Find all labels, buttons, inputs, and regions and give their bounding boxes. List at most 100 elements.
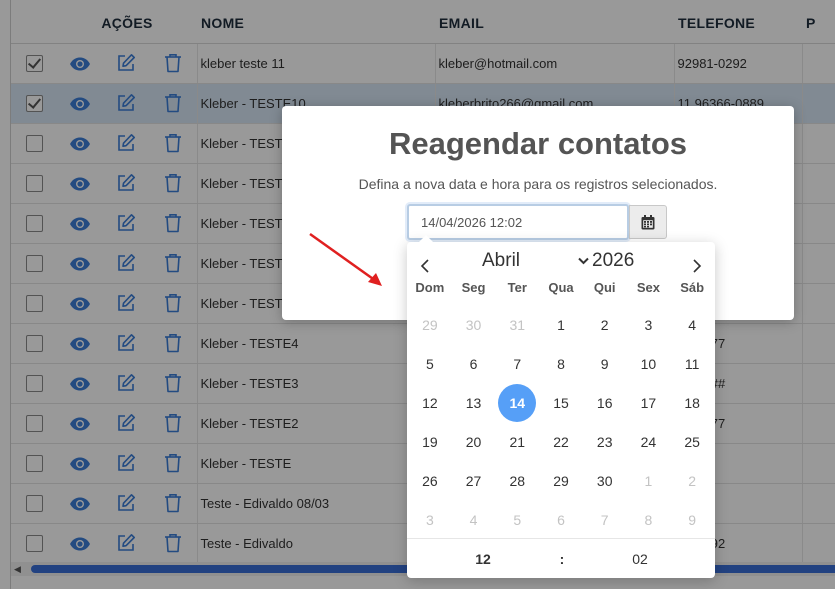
month-select[interactable]: Abril: [471, 248, 589, 274]
calendar-day-label: 18: [684, 394, 700, 411]
calendar-day[interactable]: 18: [670, 383, 714, 422]
calendar-day[interactable]: 7: [583, 500, 627, 539]
chevron-down-icon: [578, 257, 589, 265]
calendar-day-label: 31: [509, 316, 526, 333]
calendar-day[interactable]: 6: [452, 344, 496, 383]
calendar-day-label: 16: [596, 394, 613, 411]
calendar-day-label: 29: [422, 316, 438, 333]
weekday-label: Dom: [415, 280, 445, 295]
calendar-day-label: 2: [600, 316, 609, 333]
calendar-day-label: 3: [425, 511, 434, 528]
calendar-day-label: 8: [644, 511, 653, 528]
calendar-day-label: 17: [640, 394, 657, 411]
calendar-day[interactable]: 23: [583, 422, 627, 461]
calendar-day-label: 6: [469, 355, 478, 372]
calendar-day-label: 28: [509, 472, 526, 489]
calendar-day[interactable]: 31: [495, 305, 539, 344]
calendar-day[interactable]: 29: [539, 461, 583, 500]
calendar-day[interactable]: 6: [539, 500, 583, 539]
calendar-day[interactable]: 28: [495, 461, 539, 500]
calendar-day-label: 19: [422, 433, 438, 450]
calendar-day[interactable]: 4: [452, 500, 496, 539]
calendar-day[interactable]: 10: [627, 344, 671, 383]
calendar-day-label: 4: [469, 511, 478, 528]
red-arrow-icon: [309, 232, 382, 286]
calendar-day[interactable]: 22: [539, 422, 583, 461]
calendar-toggle-button[interactable]: [629, 205, 667, 239]
calendar-day-label: 26: [422, 472, 438, 489]
weekday-label: Sáb: [680, 280, 705, 295]
hour-input[interactable]: 12: [407, 551, 559, 567]
calendar-day-label: 5: [425, 355, 434, 372]
year-input[interactable]: 2026: [592, 248, 634, 274]
calendar-day-label: 3: [644, 316, 653, 333]
calendar-day-label: 4: [688, 316, 697, 333]
modal-title: Reagendar contatos: [388, 126, 687, 161]
day-grid: 29 30 31 1 2 3 4 5 6 7 8 9 10 11 12 13 14 15 16 17 18 19 20 21 2…: [408, 305, 714, 539]
calendar-day[interactable]: 1: [627, 461, 671, 500]
weekday-label: Sex: [636, 280, 660, 295]
calendar-day[interactable]: 12: [408, 383, 452, 422]
calendar-day[interactable]: 2: [670, 461, 714, 500]
calendar-day[interactable]: 7: [495, 344, 539, 383]
calendar-day[interactable]: 19: [408, 422, 452, 461]
calendar-day[interactable]: 25: [670, 422, 714, 461]
calendar-day-label: 23: [596, 433, 613, 450]
calendar-day[interactable]: 30: [452, 305, 496, 344]
calendar-day[interactable]: 29: [408, 305, 452, 344]
calendar-day[interactable]: 21: [495, 422, 539, 461]
calendar-day[interactable]: 17: [627, 383, 671, 422]
weekday-label: Qua: [548, 280, 574, 295]
calendar-day[interactable]: 20: [452, 422, 496, 461]
calendar-day-label: 14: [498, 383, 537, 422]
calendar-day[interactable]: 9: [583, 344, 627, 383]
calendar-day[interactable]: 24: [627, 422, 671, 461]
calendar-day-label: 25: [684, 433, 700, 450]
calendar-day-label: 30: [465, 316, 482, 333]
time-selector: 12 : 02: [407, 538, 715, 578]
calendar-day-label: 10: [640, 355, 657, 372]
month-select-value: Abril: [482, 250, 521, 271]
weekday-label: Qui: [593, 280, 616, 295]
calendar-day[interactable]: 3: [627, 305, 671, 344]
calendar-day-label: 20: [465, 433, 482, 450]
next-month-button[interactable]: [685, 254, 709, 278]
calendar-day[interactable]: 13: [452, 383, 496, 422]
chevron-right-icon: [693, 259, 702, 273]
calendar-day[interactable]: 9: [670, 500, 714, 539]
calendar-day-label: 5: [513, 511, 522, 528]
calendar-day-label: 27: [465, 472, 482, 489]
calendar-day[interactable]: 1: [539, 305, 583, 344]
calendar-day[interactable]: 11: [670, 344, 714, 383]
calendar-day-label: 7: [513, 355, 522, 372]
calendar-day[interactable]: 8: [539, 344, 583, 383]
calendar-day[interactable]: 30: [583, 461, 627, 500]
datetime-input[interactable]: [407, 204, 629, 240]
calendar-day-label: 7: [600, 511, 609, 528]
calendar-day[interactable]: 16: [583, 383, 627, 422]
calendar-day-label: 15: [553, 394, 569, 411]
calendar-day[interactable]: 26: [408, 461, 452, 500]
calendar-day-label: 22: [553, 433, 569, 450]
datepicker-popup: Abril 2026 Dom Seg Ter Qua Qui Sex Sáb 29 30 31 1…: [407, 235, 715, 578]
calendar-icon: [641, 214, 655, 229]
calendar-day-selected[interactable]: 14: [495, 383, 539, 422]
weekday-label: Ter: [507, 280, 527, 295]
calendar-day-label: 1: [644, 472, 653, 489]
calendar-day-label: 1: [557, 316, 565, 333]
minute-input[interactable]: 02: [565, 551, 715, 567]
calendar-day[interactable]: 27: [452, 461, 496, 500]
calendar-day[interactable]: 8: [627, 500, 671, 539]
calendar-day-label: 8: [557, 355, 565, 372]
calendar-day[interactable]: 5: [408, 344, 452, 383]
calendar-day-label: 12: [422, 394, 438, 411]
prev-month-button[interactable]: [413, 254, 437, 278]
calendar-day[interactable]: 4: [670, 305, 714, 344]
calendar-day[interactable]: 5: [495, 500, 539, 539]
calendar-day[interactable]: 3: [408, 500, 452, 539]
calendar-day[interactable]: 15: [539, 383, 583, 422]
calendar-day[interactable]: 2: [583, 305, 627, 344]
chevron-left-icon: [420, 259, 429, 273]
calendar-day-label: 29: [553, 472, 569, 489]
weekday-header: Dom Seg Ter Qua Qui Sex Sáb: [408, 280, 714, 295]
